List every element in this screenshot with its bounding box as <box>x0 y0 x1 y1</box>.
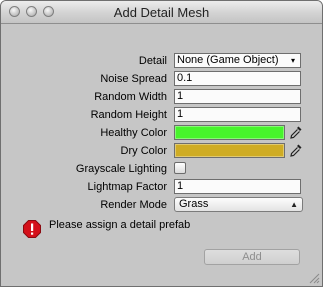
noise-spread-label: Noise Spread <box>100 73 167 85</box>
title-bar[interactable]: Add Detail Mesh <box>1 1 322 24</box>
dry-color-label: Dry Color <box>120 145 167 157</box>
window-title: Add Detail Mesh <box>113 5 210 20</box>
grayscale-lighting-label: Grayscale Lighting <box>75 163 167 175</box>
updown-arrows-icon: ▲︎ <box>290 200 298 209</box>
lightmap-factor-field[interactable]: 1 <box>174 179 301 194</box>
resize-grip-icon[interactable] <box>309 273 320 284</box>
grayscale-lighting-checkbox[interactable] <box>174 162 186 174</box>
render-mode-dropdown[interactable]: Grass ▲︎ <box>174 197 303 212</box>
dialog-content: Detail None (Game Object) ▾ Noise Spread… <box>1 24 322 286</box>
dry-color-row: Dry Color <box>1 143 322 160</box>
add-button[interactable]: Add <box>204 249 300 265</box>
noise-spread-field[interactable]: 0.1 <box>174 71 301 86</box>
lightmap-factor-row: Lightmap Factor 1 <box>1 179 322 196</box>
lightmap-factor-label: Lightmap Factor <box>87 181 167 193</box>
random-width-label: Random Width <box>94 91 167 103</box>
detail-row: Detail None (Game Object) ▾ <box>1 53 322 70</box>
random-height-field[interactable]: 1 <box>174 107 301 122</box>
grayscale-lighting-row: Grayscale Lighting <box>1 161 322 178</box>
random-height-label: Random Height <box>90 109 167 121</box>
eyedropper-icon[interactable] <box>289 143 303 158</box>
healthy-color-swatch[interactable] <box>174 125 285 140</box>
healthy-color-label: Healthy Color <box>100 127 167 139</box>
noise-spread-row: Noise Spread 0.1 <box>1 71 322 88</box>
error-icon <box>23 220 41 238</box>
detail-label: Detail <box>138 55 167 67</box>
render-mode-label: Render Mode <box>100 199 167 211</box>
eyedropper-icon[interactable] <box>289 125 303 140</box>
object-picker-dot-icon[interactable]: ▾ <box>291 53 295 68</box>
healthy-color-row: Healthy Color <box>1 125 322 142</box>
dry-color-swatch[interactable] <box>174 143 285 158</box>
render-mode-value: Grass <box>179 198 209 210</box>
detail-object-value: None (Game Object) <box>177 54 279 66</box>
add-detail-mesh-window: Add Detail Mesh Detail None (Game Object… <box>0 0 323 287</box>
render-mode-row: Render Mode Grass ▲︎ <box>1 197 322 214</box>
random-height-row: Random Height 1 <box>1 107 322 124</box>
detail-object-field[interactable]: None (Game Object) <box>174 53 301 68</box>
error-message: Please assign a detail prefab <box>49 219 191 231</box>
random-width-row: Random Width 1 <box>1 89 322 106</box>
random-width-field[interactable]: 1 <box>174 89 301 104</box>
